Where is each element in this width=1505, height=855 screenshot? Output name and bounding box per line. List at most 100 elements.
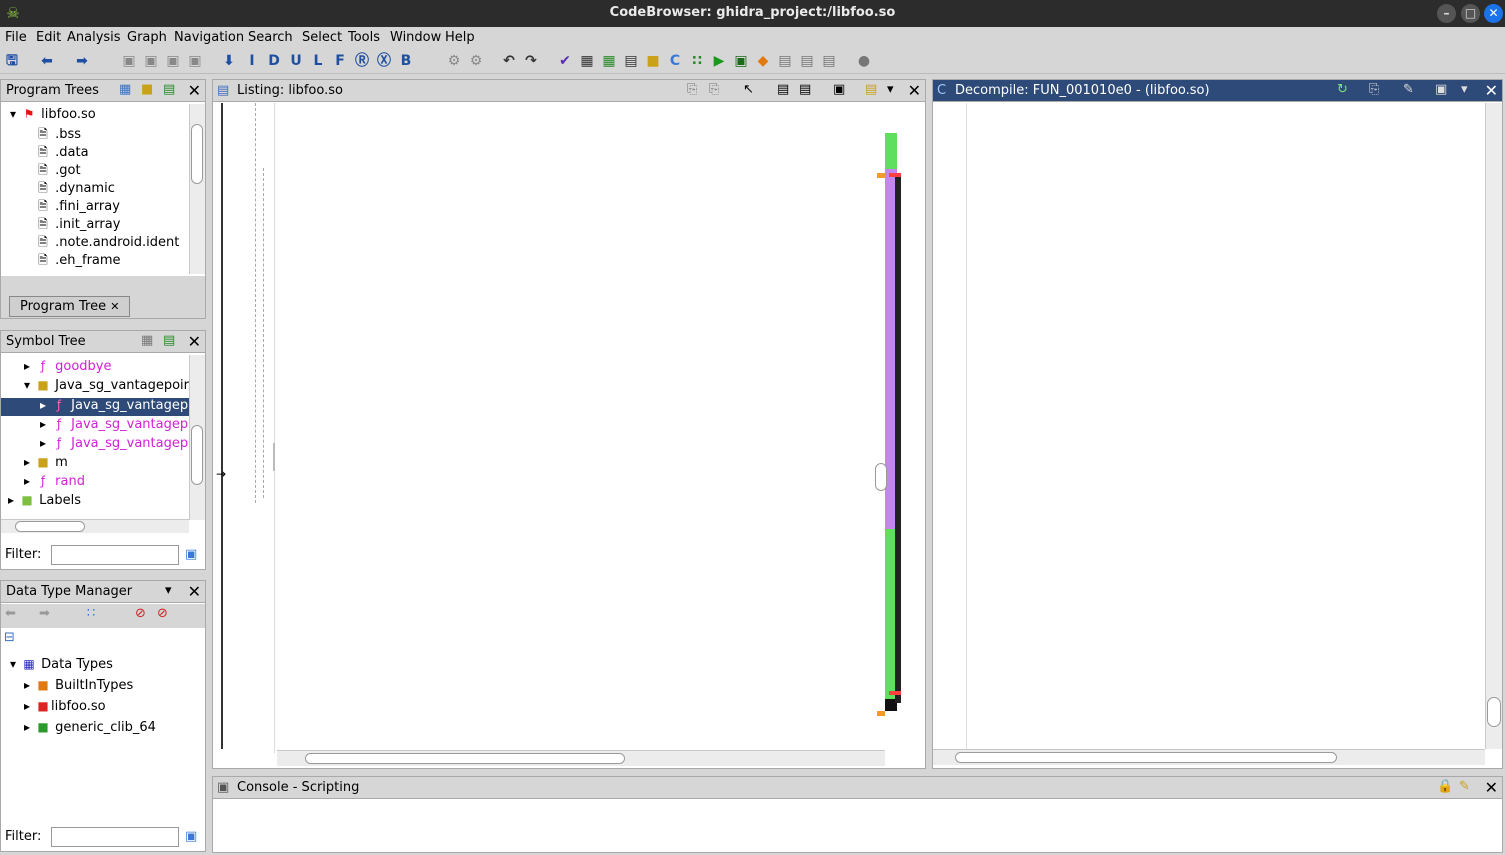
lock-icon[interactable]: 🔒	[1437, 779, 1453, 794]
non-function-nav-icon[interactable]: Ⓡ	[353, 52, 371, 70]
close-icon[interactable]: ✕	[188, 582, 201, 601]
forward-arrow-icon[interactable]: ➡	[39, 606, 50, 621]
minimize-button[interactable]: –	[1437, 4, 1456, 23]
instruction-nav-icon[interactable]: I	[243, 52, 261, 70]
undo-icon[interactable]: ↶	[500, 52, 518, 70]
expand-icon[interactable]: ▸	[19, 720, 35, 734]
expand-icon[interactable]: ▸	[19, 455, 35, 469]
folder-icon[interactable]: ■	[141, 82, 153, 97]
run-icon[interactable]: ▶	[710, 52, 728, 70]
tool-icon[interactable]: ▤	[820, 52, 838, 70]
horizontal-scrollbar[interactable]	[1, 519, 189, 533]
tool-icon[interactable]: ▦	[141, 333, 153, 348]
close-icon[interactable]: ✕	[1485, 778, 1498, 797]
graph-icon[interactable]: ∷	[688, 52, 706, 70]
filter-options-icon[interactable]: ▣	[185, 829, 197, 844]
nav-icon[interactable]: ▣	[142, 52, 160, 70]
menu-window[interactable]: Window	[390, 30, 441, 45]
options-icon[interactable]: ▤	[865, 82, 877, 97]
forward-arrow-icon[interactable]: ➡	[73, 52, 91, 70]
symbol-item[interactable]: ▾ ■ Java_sg_vantagepoir	[19, 378, 189, 396]
menu-select[interactable]: Select	[302, 30, 342, 45]
expand-icon[interactable]: ▸	[35, 436, 51, 450]
tool-icon[interactable]: ▤	[798, 52, 816, 70]
tree-item[interactable]: 🗎 .init_array	[35, 215, 120, 233]
tool-icon[interactable]: ▤	[163, 333, 175, 348]
tool-icon[interactable]: ▦	[600, 52, 618, 70]
expand-icon[interactable]: ▸	[19, 699, 35, 713]
back-arrow-icon[interactable]: ⬅	[5, 606, 16, 621]
filter-icon[interactable]: ⊘	[157, 606, 168, 621]
tree-item[interactable]: 🗎 .got	[35, 161, 80, 179]
clear-icon[interactable]: ✎	[1459, 779, 1470, 794]
symbol-item[interactable]: ▸ ■ m	[19, 455, 68, 473]
defined-data-nav-icon[interactable]: D	[265, 52, 283, 70]
close-icon[interactable]: ✕	[188, 332, 201, 351]
symbol-item[interactable]: ▸ ■ Labels	[3, 493, 81, 511]
copy-icon[interactable]: ⎘	[687, 82, 697, 97]
menu-help[interactable]: Help	[445, 30, 475, 45]
tree-item[interactable]: 🗎 .eh_frame	[35, 251, 120, 269]
redo-icon[interactable]: ↷	[522, 52, 540, 70]
field-icon[interactable]: ▤	[777, 82, 789, 97]
menu-analysis[interactable]: Analysis	[67, 30, 121, 45]
tree-item[interactable]: 🗎 .fini_array	[35, 197, 120, 215]
close-icon[interactable]: ✕	[1485, 81, 1498, 100]
nav-icon[interactable]: ▣	[164, 52, 182, 70]
menu-navigation[interactable]: Navigation	[174, 30, 244, 45]
nav-icon[interactable]: ▣	[186, 52, 204, 70]
save-icon[interactable]: 🖫	[3, 52, 21, 70]
menu-file[interactable]: File	[5, 30, 27, 45]
expand-icon[interactable]: ▸	[35, 398, 51, 412]
tool-icon[interactable]: ▦	[578, 52, 596, 70]
filter-icon[interactable]: ⊘	[135, 606, 146, 621]
menu-dropdown-icon[interactable]: ▾	[887, 82, 894, 97]
filter-input[interactable]	[51, 827, 179, 847]
back-arrow-icon[interactable]: ⬅	[38, 52, 56, 70]
listing-code[interactable]	[277, 103, 875, 753]
filter-input[interactable]	[51, 545, 179, 565]
cursor-icon[interactable]: ↖	[743, 82, 754, 97]
new-tree-icon[interactable]: ▦	[119, 82, 131, 97]
expand-icon[interactable]: ▸	[35, 417, 51, 431]
dtm-item[interactable]: ▸ ■ libfoo.so	[19, 699, 106, 717]
refresh-icon[interactable]: ↻	[1337, 82, 1348, 97]
horizontal-scrollbar[interactable]	[933, 749, 1485, 765]
undefined-nav-icon[interactable]: U	[287, 52, 305, 70]
vertical-scrollbar[interactable]	[189, 104, 205, 274]
function-icon[interactable]: C	[666, 52, 684, 70]
tool-icon[interactable]: ⚙	[445, 52, 463, 70]
tree-root[interactable]: ▾ ⚑ libfoo.so	[5, 107, 96, 125]
down-arrow-icon[interactable]: ⬇	[220, 52, 238, 70]
tree-item[interactable]: 🗎 .bss	[35, 125, 81, 143]
label-nav-icon[interactable]: L	[309, 52, 327, 70]
dtm-item[interactable]: ▸ ■ BuiltInTypes	[19, 678, 133, 696]
menu-edit[interactable]: Edit	[36, 30, 61, 45]
bookmark-nav-icon[interactable]: B	[397, 52, 415, 70]
close-icon[interactable]: ✕	[110, 300, 119, 313]
collapse-icon[interactable]: ▾	[19, 378, 35, 392]
tree-item[interactable]: 🗎 .dynamic	[35, 179, 115, 197]
maximize-button[interactable]: □	[1461, 4, 1480, 23]
filter-icon[interactable]: ∷	[87, 606, 95, 621]
expand-icon[interactable]: ▸	[19, 678, 35, 692]
horizontal-scrollbar[interactable]	[277, 750, 885, 766]
menu-graph[interactable]: Graph	[127, 30, 167, 45]
script-icon[interactable]: ▣	[732, 52, 750, 70]
menu-search[interactable]: Search	[248, 30, 293, 45]
copy-icon[interactable]: ⎘	[1369, 82, 1379, 97]
tool-icon[interactable]: ▤	[622, 52, 640, 70]
tool-icon[interactable]: ▤	[776, 52, 794, 70]
paste-icon[interactable]: ⎘	[709, 82, 719, 97]
close-icon[interactable]: ✕	[908, 81, 921, 100]
close-icon[interactable]: ✕	[188, 81, 201, 100]
folder-icon[interactable]: ■	[644, 52, 662, 70]
expand-icon[interactable]: ▸	[3, 493, 19, 507]
menu-tools[interactable]: Tools	[348, 30, 380, 45]
collapse-icon[interactable]: ▾	[5, 107, 21, 121]
tree-item[interactable]: 🗎 .note.android.ident	[35, 233, 179, 251]
dtm-root[interactable]: ▾ ▦ Data Types	[5, 657, 113, 675]
snapshot-icon[interactable]: ▣	[833, 82, 845, 97]
function-nav-icon[interactable]: F	[331, 52, 349, 70]
expand-icon[interactable]: ▸	[19, 359, 35, 373]
